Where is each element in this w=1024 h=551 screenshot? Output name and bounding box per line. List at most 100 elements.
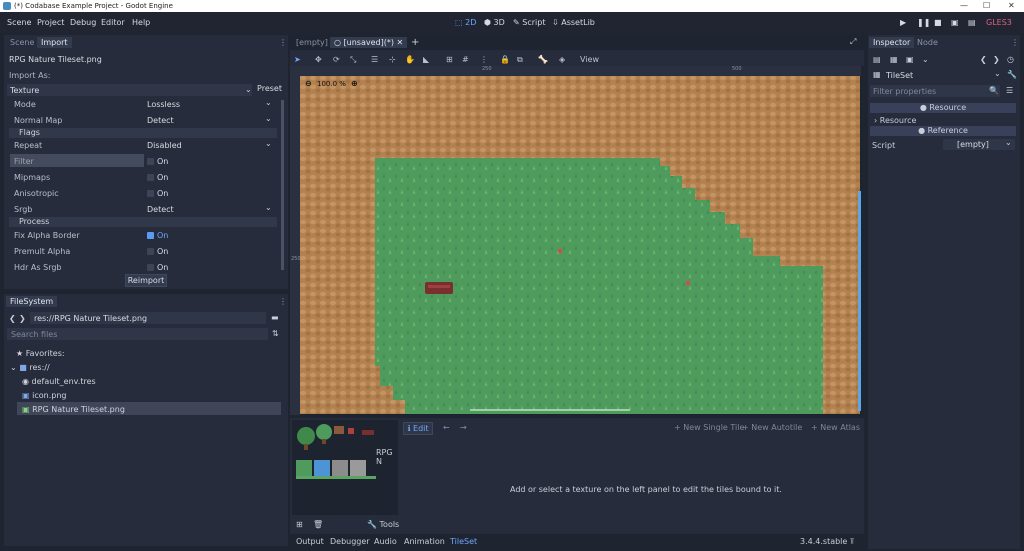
prop-mode-select[interactable]: Lossless bbox=[147, 100, 180, 109]
tab-inspector[interactable]: Inspector bbox=[869, 37, 915, 48]
search-files-input[interactable]: Search files bbox=[7, 328, 268, 340]
close-button[interactable]: ✕ bbox=[1008, 1, 1015, 10]
pan-tool-icon[interactable]: ✋ bbox=[405, 55, 415, 64]
file-default-env[interactable]: ◉ default_env.tres bbox=[22, 377, 96, 386]
mode-script-button[interactable]: ✎ Script bbox=[513, 18, 545, 27]
maximize-button[interactable]: ☐ bbox=[983, 1, 990, 10]
object-selector[interactable]: ▦ TileSet ⌄ bbox=[872, 69, 1001, 81]
move-tool-icon[interactable]: ✥ bbox=[315, 55, 322, 64]
menu-scene[interactable]: Scene bbox=[7, 18, 31, 27]
dock-menu-icon[interactable]: ⋮ bbox=[279, 297, 287, 306]
file-icon-png[interactable]: ▣ icon.png bbox=[22, 391, 66, 400]
forward-arrow-icon[interactable]: ❯ bbox=[19, 314, 26, 323]
rotate-tool-icon[interactable]: ⟳ bbox=[333, 55, 340, 64]
ruler-tool-icon[interactable]: ◣ bbox=[423, 55, 429, 64]
new-resource-icon[interactable]: ▤ bbox=[873, 55, 881, 64]
process-section-header[interactable]: Process bbox=[9, 217, 277, 227]
play-icon[interactable]: ▶ bbox=[900, 18, 906, 27]
new-atlas-button[interactable]: + New Atlas bbox=[811, 423, 860, 432]
play-custom-icon[interactable]: ▤ bbox=[968, 18, 976, 27]
file-rpg-nature-tileset[interactable]: ▣ RPG Nature Tileset.png bbox=[22, 405, 125, 414]
prop-repeat-select[interactable]: Disabled bbox=[147, 141, 182, 150]
resource-property-row[interactable]: › Resource bbox=[874, 116, 916, 125]
scene-tab-empty[interactable]: [empty] bbox=[292, 37, 332, 48]
zoom-in-button[interactable]: ⊕ bbox=[351, 79, 358, 88]
tab-import[interactable]: Import bbox=[37, 37, 72, 48]
texture-list[interactable]: RPG N bbox=[292, 420, 398, 515]
object-tools-icon[interactable]: 🔧 bbox=[1007, 70, 1017, 79]
zoom-out-button[interactable]: ⊖ bbox=[305, 79, 312, 88]
tab-debugger[interactable]: Debugger bbox=[330, 537, 370, 546]
history-back-icon[interactable]: ❮ bbox=[980, 55, 987, 64]
tab-tileset[interactable]: TileSet bbox=[450, 537, 477, 546]
smart-snap-icon[interactable]: ⊞ bbox=[446, 55, 453, 64]
menu-help[interactable]: Help bbox=[132, 18, 150, 27]
pause-icon[interactable]: ❚❚ bbox=[917, 18, 930, 27]
renderer-label[interactable]: GLES3 bbox=[986, 18, 1012, 27]
menu-debug[interactable]: Debug bbox=[70, 18, 96, 27]
prop-hdr-as-srgb-checkbox[interactable]: On bbox=[147, 263, 168, 272]
mode-assetlib-button[interactable]: ⇩ AssetLib bbox=[552, 18, 595, 27]
remove-texture-icon[interactable]: 🗑 bbox=[313, 520, 323, 529]
zoom-level[interactable]: 100.0 % bbox=[317, 80, 346, 88]
prev-arrow-icon[interactable]: ← bbox=[443, 423, 450, 432]
lock-icon[interactable]: 🔒 bbox=[500, 55, 510, 64]
tab-scene[interactable]: Scene bbox=[6, 37, 38, 48]
tools-menu-button[interactable]: 🔧 Tools bbox=[367, 520, 399, 529]
select-tool-icon[interactable]: ➤ bbox=[294, 55, 301, 64]
prop-anisotropic-checkbox[interactable]: On bbox=[147, 189, 168, 198]
history-forward-icon[interactable]: ❯ bbox=[993, 55, 1000, 64]
tab-animation[interactable]: Animation bbox=[404, 537, 445, 546]
edit-mode-button[interactable]: ℹ Edit bbox=[403, 422, 433, 435]
resource-header[interactable]: ● Resource bbox=[870, 103, 1016, 113]
mode-2d-button[interactable]: ⬚ 2D bbox=[455, 18, 476, 27]
script-value-select[interactable]: [empty] ⌄ bbox=[943, 138, 1015, 150]
favorites-item[interactable]: ★ Favorites: bbox=[16, 349, 65, 358]
filesystem-path-field[interactable]: res://RPG Nature Tileset.png bbox=[30, 312, 266, 324]
inspector-settings-icon[interactable]: ☰ bbox=[1006, 86, 1013, 95]
prop-mipmaps-checkbox[interactable]: On bbox=[147, 173, 168, 182]
new-autotile-button[interactable]: + New Autotile bbox=[742, 423, 802, 432]
close-tab-icon[interactable]: ✕ bbox=[397, 38, 404, 47]
scene-tab-unsaved[interactable]: ○ [unsaved](*) ✕ bbox=[330, 37, 408, 48]
import-as-select[interactable]: Texture ⌄ bbox=[7, 84, 252, 96]
skeleton-icon[interactable]: 🦴 bbox=[538, 55, 548, 64]
mode-3d-button[interactable]: ⬢ 3D bbox=[484, 18, 505, 27]
distraction-free-icon[interactable]: ⤢ bbox=[850, 37, 856, 47]
add-tab-icon[interactable]: + bbox=[411, 37, 419, 48]
dock-menu-icon[interactable]: ⋮ bbox=[279, 38, 287, 47]
view-menu-button[interactable]: View bbox=[580, 55, 599, 64]
canvas-viewport[interactable]: 250 500 250 ⊖ 100.0 % ⊕ bbox=[290, 66, 861, 415]
filter-properties-input[interactable]: Filter properties bbox=[870, 85, 1000, 97]
reimport-button[interactable]: Reimport bbox=[125, 274, 167, 287]
tile-edit-area[interactable]: Add or select a texture on the left pane… bbox=[402, 436, 862, 532]
new-single-tile-button[interactable]: + New Single Tile bbox=[674, 423, 744, 432]
menu-project[interactable]: Project bbox=[37, 18, 64, 27]
more-options-icon[interactable]: ⋮ bbox=[480, 55, 488, 64]
tab-filesystem[interactable]: FileSystem bbox=[6, 296, 58, 307]
camera-icon[interactable]: ◈ bbox=[559, 55, 565, 64]
prop-fix-alpha-border-checkbox[interactable]: On bbox=[147, 231, 168, 240]
res-root-item[interactable]: ⌄ ■ res:// bbox=[10, 363, 50, 372]
add-texture-icon[interactable]: ⊞ bbox=[296, 520, 303, 529]
dock-menu-icon[interactable]: ⋮ bbox=[1011, 38, 1019, 47]
prop-filter-checkbox[interactable]: On bbox=[147, 157, 168, 166]
reference-header[interactable]: ● Reference bbox=[870, 126, 1016, 136]
tab-output[interactable]: Output bbox=[296, 537, 324, 546]
save-resource-icon[interactable]: ▣ bbox=[906, 55, 914, 64]
prop-srgb-select[interactable]: Detect bbox=[147, 205, 174, 214]
tab-audio[interactable]: Audio bbox=[374, 537, 397, 546]
import-scrollbar[interactable] bbox=[281, 100, 284, 270]
tab-node[interactable]: Node bbox=[913, 37, 942, 48]
resource-menu-icon[interactable]: ⌄ bbox=[922, 55, 929, 64]
prop-normal-map-select[interactable]: Detect bbox=[147, 116, 174, 125]
history-icon[interactable]: ◷ bbox=[1007, 55, 1014, 64]
scale-tool-icon[interactable]: ⤡ bbox=[350, 55, 356, 65]
split-view-icon[interactable]: ▬ bbox=[271, 313, 279, 322]
sort-icon[interactable]: ⇅ bbox=[272, 329, 279, 338]
menu-editor[interactable]: Editor bbox=[101, 18, 125, 27]
list-select-icon[interactable]: ☰ bbox=[371, 55, 378, 64]
expand-panel-icon[interactable]: ⫪ bbox=[850, 537, 855, 547]
grid-snap-icon[interactable]: # bbox=[462, 55, 469, 64]
back-arrow-icon[interactable]: ❮ bbox=[9, 314, 16, 323]
